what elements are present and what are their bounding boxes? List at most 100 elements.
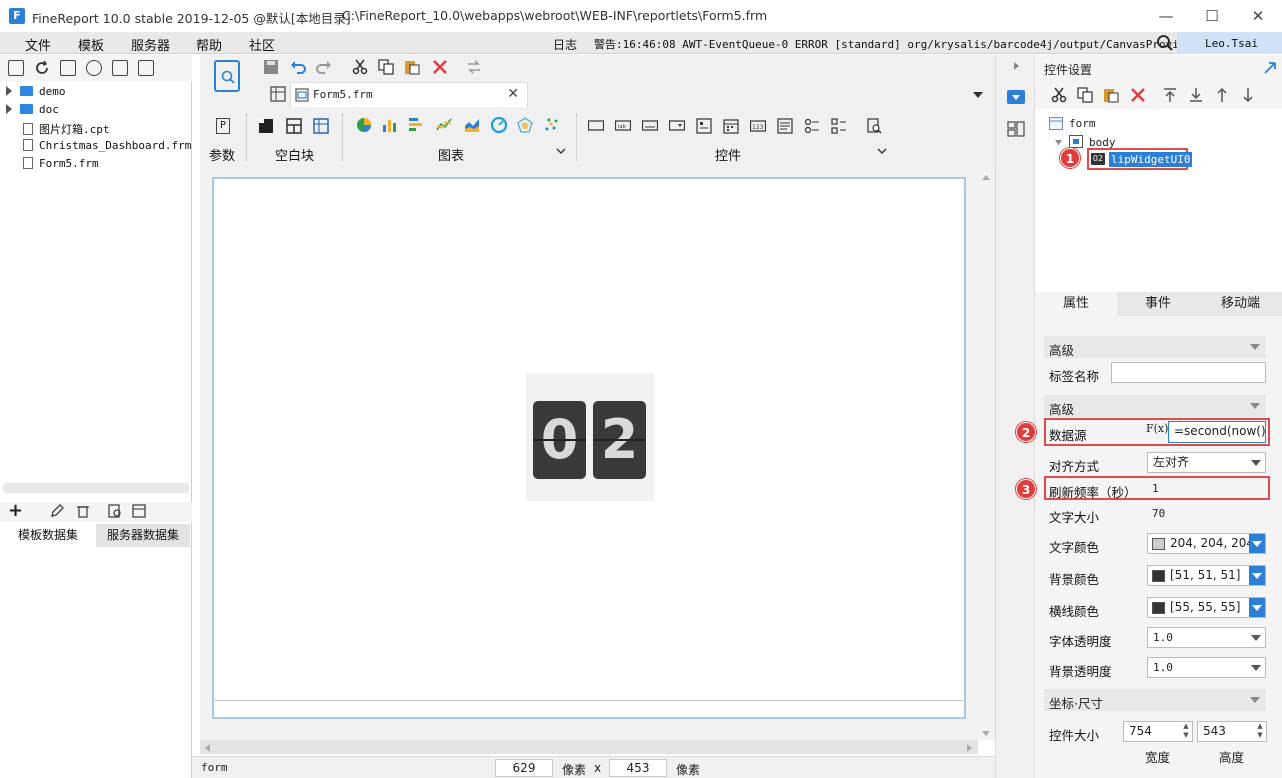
collapse-arrow-icon[interactable] [1011,61,1021,71]
canvas-horizontal-scrollbar[interactable] [200,740,978,754]
button-widget-icon[interactable] [642,118,658,134]
form-body-canvas[interactable]: 0 2 [212,177,966,719]
collapse-arrow-icon[interactable] [1054,138,1063,147]
canvas-width-input[interactable]: 629 [495,759,553,777]
close-tab-icon[interactable]: ✕ [507,86,519,102]
number-widget-icon[interactable]: 123 [750,118,766,134]
move-to-bottom-icon[interactable] [1188,87,1204,103]
stepper-icon[interactable]: ▲ ▼ [1180,722,1192,741]
radio-group-widget-icon[interactable] [804,118,820,134]
search-icon[interactable] [1156,34,1174,52]
area-chart-icon[interactable] [464,117,480,133]
widget-height-input[interactable]: 543 ▲ ▼ [1197,721,1267,742]
settings-icon[interactable] [86,60,102,76]
menu-template[interactable]: 模板 [78,35,104,54]
tree-file-form5[interactable]: Form5.frm [6,157,99,174]
delete-icon[interactable] [112,60,128,76]
bar-chart-icon[interactable] [382,117,398,133]
trash-icon[interactable] [76,504,90,518]
tab-menu-icon[interactable] [970,87,986,103]
menu-community[interactable]: 社区 [249,35,275,54]
canvas-height-input[interactable]: 453 [609,759,667,777]
scatter-chart-icon[interactable] [544,117,560,133]
formula-icon[interactable]: F(x) [1146,422,1168,435]
section-advanced-1[interactable]: 高级 [1044,336,1266,358]
param-icon[interactable]: P [216,118,230,134]
section-coord-size[interactable]: 坐标·尺寸 [1044,689,1266,711]
preview-icon[interactable] [108,504,122,518]
canvas-vertical-scrollbar[interactable] [979,170,993,740]
gauge-chart-icon[interactable] [491,117,507,133]
cut-icon[interactable] [352,59,368,75]
chevron-down-icon[interactable] [876,145,888,157]
tree-file-cpt[interactable]: 图片灯箱.cpt [6,121,110,138]
close-window-button[interactable]: ✕ [1248,6,1268,26]
font-opacity-select[interactable]: 1.0 [1147,627,1266,648]
label-widget-icon[interactable] [588,118,604,134]
chevron-down-icon[interactable] [1247,628,1265,647]
query-button-widget-icon[interactable] [866,118,882,134]
copy-icon[interactable] [378,59,394,75]
font-size-input[interactable]: 70 [1147,504,1266,525]
menu-help[interactable]: 帮助 [196,35,222,54]
chevron-down-icon[interactable] [1247,658,1265,677]
move-down-icon[interactable] [1240,87,1256,103]
maximize-button[interactable]: ☐ [1202,6,1222,26]
tag-name-input[interactable] [1111,362,1266,383]
tab-template-dataset[interactable]: 模板数据集 [0,524,96,547]
widget-width-input[interactable]: 754 ▲ ▼ [1123,721,1193,742]
edit-icon[interactable] [50,504,64,518]
chevron-down-icon[interactable] [1249,566,1265,585]
add-dataset-button[interactable]: + [8,500,23,521]
minimize-button[interactable]: — [1156,6,1176,26]
new-folder-icon[interactable] [8,60,24,76]
section-advanced-2[interactable]: 高级 [1044,395,1266,417]
flip-clock-widget[interactable]: 0 2 [526,373,654,501]
tree-file-christmas[interactable]: Christmas_Dashboard.frm [6,139,191,156]
delete-icon[interactable] [432,59,448,75]
refresh-icon[interactable] [34,60,50,76]
combobox-widget-icon[interactable] [669,118,685,134]
tab-block-icon[interactable] [286,118,302,134]
checkbox-group-widget-icon[interactable] [831,118,847,134]
line-color-picker[interactable]: [55, 55, 55] [1147,597,1266,618]
widget-settings-toggle-icon[interactable] [1007,90,1025,104]
tab-server-dataset[interactable]: 服务器数据集 [96,524,190,547]
chevron-down-icon[interactable] [1249,534,1265,553]
format-painter-icon[interactable] [466,59,482,75]
chevron-down-icon[interactable] [1249,598,1265,617]
stepper-icon[interactable]: ▲ ▼ [1254,722,1266,741]
textarea-widget-icon[interactable] [777,118,793,134]
widget-library-icon[interactable] [214,60,240,92]
grid-view-icon[interactable] [270,86,286,102]
tab-properties[interactable]: 属性 [1035,292,1117,316]
expand-arrow-icon[interactable] [6,86,12,96]
move-up-icon[interactable] [1214,87,1230,103]
open-template-icon[interactable] [60,60,76,76]
save-icon[interactable] [263,59,279,75]
background-color-picker[interactable]: [51, 51, 51] [1147,565,1266,586]
expand-panel-icon[interactable] [1263,61,1277,75]
text-widget-icon[interactable]: lab [615,118,631,134]
datasource-formula-input[interactable]: =second(now()) [1168,421,1266,443]
pie-chart-icon[interactable] [356,117,372,133]
report-block-icon[interactable] [313,118,329,134]
menu-file[interactable]: 文件 [25,35,51,54]
dataset-settings-icon[interactable] [132,504,146,518]
component-library-icon[interactable] [1007,121,1025,137]
radar-chart-icon[interactable] [517,117,533,133]
tree-node-lipwidget[interactable]: 02 lipWidgetUI0 [1087,148,1193,170]
expand-arrow-icon[interactable] [6,104,12,114]
move-to-top-icon[interactable] [1162,87,1178,103]
tree-folder-demo[interactable]: demo [6,85,66,102]
user-account[interactable]: Leo.Tsai [1177,32,1282,54]
tree-folder-doc[interactable]: doc [6,103,59,120]
copy-icon[interactable] [1077,87,1093,103]
paste-icon[interactable] [1103,87,1119,103]
text-color-picker[interactable]: 204, 204, 204] [1147,533,1266,554]
date-widget-icon[interactable] [723,118,739,134]
copy-icon[interactable] [138,60,154,76]
chevron-down-icon[interactable] [1247,453,1265,472]
chevron-down-icon[interactable] [555,145,567,157]
line-chart-icon[interactable] [436,117,452,133]
